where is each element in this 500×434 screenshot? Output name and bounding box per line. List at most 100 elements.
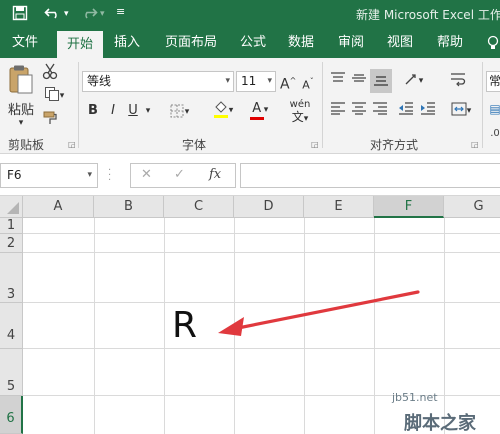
orientation-icon[interactable]: ▾ bbox=[400, 71, 426, 94]
font-group-label: 字体 bbox=[182, 138, 207, 152]
chevron-down-icon: ▾ bbox=[225, 76, 230, 86]
borders-button[interactable]: ▾ bbox=[164, 101, 194, 122]
formula-input[interactable] bbox=[240, 163, 500, 188]
ribbon-home: 粘贴 ▾ ▾ 剪贴板 ◲ 等线 ▾ 11 ▾ A^ Aˇ B I U ▾ ▾ ▾… bbox=[0, 58, 500, 154]
currency-icon[interactable]: ▤ bbox=[488, 99, 500, 119]
lightbulb-icon[interactable] bbox=[482, 28, 500, 58]
row-header-5[interactable]: 5 bbox=[0, 349, 23, 396]
alignment-launcher-icon[interactable]: ◲ bbox=[471, 140, 479, 149]
tab-page-layout[interactable]: 页面布局 bbox=[161, 28, 221, 58]
ribbon-separator bbox=[78, 62, 79, 148]
column-header-f[interactable]: F bbox=[374, 196, 444, 218]
increase-indent-icon[interactable] bbox=[418, 101, 438, 122]
formula-buttons: ✕ ✓ fx bbox=[130, 163, 236, 188]
underline-button[interactable]: U bbox=[124, 101, 142, 121]
column-header-d[interactable]: D bbox=[234, 196, 304, 218]
shrink-font-label: A bbox=[302, 78, 310, 92]
title-bar: ▾ ▾ ≡ 新建 Microsoft Excel 工作 bbox=[0, 0, 500, 28]
tab-formulas[interactable]: 公式 bbox=[236, 28, 270, 58]
undo-dropdown-icon[interactable]: ▾ bbox=[64, 9, 69, 19]
gridline bbox=[94, 218, 95, 434]
formula-bar: F6 ▾ · · · ✕ ✓ fx bbox=[0, 154, 500, 196]
tab-view[interactable]: 视图 bbox=[383, 28, 417, 58]
align-right-icon[interactable] bbox=[370, 101, 390, 122]
align-middle-icon[interactable] bbox=[349, 71, 369, 92]
ribbon-separator bbox=[322, 62, 323, 148]
clipboard-group-label: 剪贴板 bbox=[8, 138, 45, 152]
font-size-combo[interactable]: 11 ▾ bbox=[236, 71, 276, 92]
insert-function-icon[interactable]: fx bbox=[209, 167, 221, 182]
row-header-1[interactable]: 1 bbox=[0, 218, 23, 234]
cut-icon[interactable] bbox=[40, 62, 60, 87]
customize-qat-icon[interactable]: ≡ bbox=[116, 5, 125, 18]
enter-icon[interactable]: ✓ bbox=[174, 167, 185, 182]
font-color-button[interactable]: A ▾ bbox=[244, 99, 274, 120]
watermark-url: jb51.net bbox=[392, 391, 438, 404]
font-size-value: 11 bbox=[241, 74, 257, 88]
font-color-label: A bbox=[249, 101, 264, 120]
align-bottom-icon[interactable] bbox=[370, 69, 392, 93]
bold-button[interactable]: B bbox=[84, 101, 102, 121]
clipboard-launcher-icon[interactable]: ◲ bbox=[68, 140, 76, 149]
merge-center-icon[interactable]: ▾ bbox=[446, 101, 476, 124]
phonetic-button[interactable]: wén 文▾ bbox=[284, 99, 316, 125]
tab-help[interactable]: 帮助 bbox=[433, 28, 467, 58]
tab-data[interactable]: 数据 bbox=[284, 28, 318, 58]
paste-dropdown-icon[interactable]: ▾ bbox=[6, 119, 36, 128]
underline-dropdown-icon[interactable]: ▾ bbox=[142, 101, 154, 121]
row-header-6[interactable]: 6 bbox=[0, 396, 23, 434]
fill-color-button[interactable]: ▾ bbox=[208, 99, 238, 121]
cancel-icon[interactable]: ✕ bbox=[141, 167, 152, 182]
number-format-value: 常 bbox=[489, 74, 500, 88]
number-format-combo[interactable]: 常 bbox=[486, 71, 500, 92]
gridline bbox=[23, 233, 500, 234]
paste-label: 粘贴 bbox=[7, 103, 34, 118]
decrease-indent-icon[interactable] bbox=[396, 101, 416, 122]
name-box-value: F6 bbox=[7, 168, 22, 182]
column-header-c[interactable]: C bbox=[164, 196, 234, 218]
grow-font-label: A bbox=[280, 76, 290, 93]
grow-font-button[interactable]: A^ bbox=[280, 71, 296, 95]
save-icon[interactable] bbox=[12, 5, 28, 25]
row-header-4[interactable]: 4 bbox=[0, 303, 23, 349]
font-launcher-icon[interactable]: ◲ bbox=[311, 140, 319, 149]
row-header-2[interactable]: 2 bbox=[0, 234, 23, 253]
tab-file[interactable]: 文件 bbox=[8, 28, 42, 58]
tab-review[interactable]: 审阅 bbox=[334, 28, 368, 58]
column-header-e[interactable]: E bbox=[304, 196, 374, 218]
copy-icon[interactable]: ▾ bbox=[40, 86, 68, 109]
cell-c4-value: R bbox=[172, 305, 198, 346]
redo-icon[interactable] bbox=[80, 5, 98, 25]
italic-button[interactable]: I bbox=[104, 101, 122, 121]
formula-bar-grip-icon: · · · bbox=[108, 165, 112, 186]
paste-button[interactable]: 粘贴 ▾ bbox=[6, 64, 36, 128]
column-header-a[interactable]: A bbox=[23, 196, 94, 218]
chevron-down-icon: ▾ bbox=[267, 76, 272, 86]
phonetic-label: wén bbox=[289, 99, 311, 110]
align-top-icon[interactable] bbox=[328, 71, 348, 92]
select-all-corner[interactable] bbox=[0, 196, 23, 218]
annotation-arrow bbox=[218, 290, 420, 336]
wrap-text-icon[interactable] bbox=[448, 71, 468, 94]
redo-dropdown-icon[interactable]: ▾ bbox=[100, 9, 105, 19]
column-header-g[interactable]: G bbox=[444, 196, 500, 218]
gridline bbox=[164, 218, 165, 434]
undo-icon[interactable] bbox=[44, 5, 62, 25]
watermark-brand: 脚本之家 bbox=[404, 413, 476, 434]
name-box[interactable]: F6 ▾ bbox=[0, 163, 98, 188]
align-left-icon[interactable] bbox=[328, 101, 348, 122]
gridline bbox=[23, 252, 500, 253]
font-name-combo[interactable]: 等线 ▾ bbox=[82, 71, 234, 92]
font-name-value: 等线 bbox=[87, 74, 112, 88]
decimal-icon[interactable]: .0 bbox=[488, 124, 500, 144]
row-header-3[interactable]: 3 bbox=[0, 253, 23, 303]
column-header-b[interactable]: B bbox=[94, 196, 164, 218]
tab-home[interactable]: 开始 bbox=[57, 31, 103, 58]
chevron-down-icon: ▾ bbox=[87, 170, 92, 180]
align-center-icon[interactable] bbox=[349, 101, 369, 122]
format-painter-icon[interactable] bbox=[40, 110, 60, 133]
shrink-font-button[interactable]: Aˇ bbox=[300, 72, 316, 96]
window-title: 新建 Microsoft Excel 工作 bbox=[356, 8, 500, 22]
tab-insert[interactable]: 插入 bbox=[110, 28, 144, 58]
alignment-group-label: 对齐方式 bbox=[370, 138, 419, 152]
